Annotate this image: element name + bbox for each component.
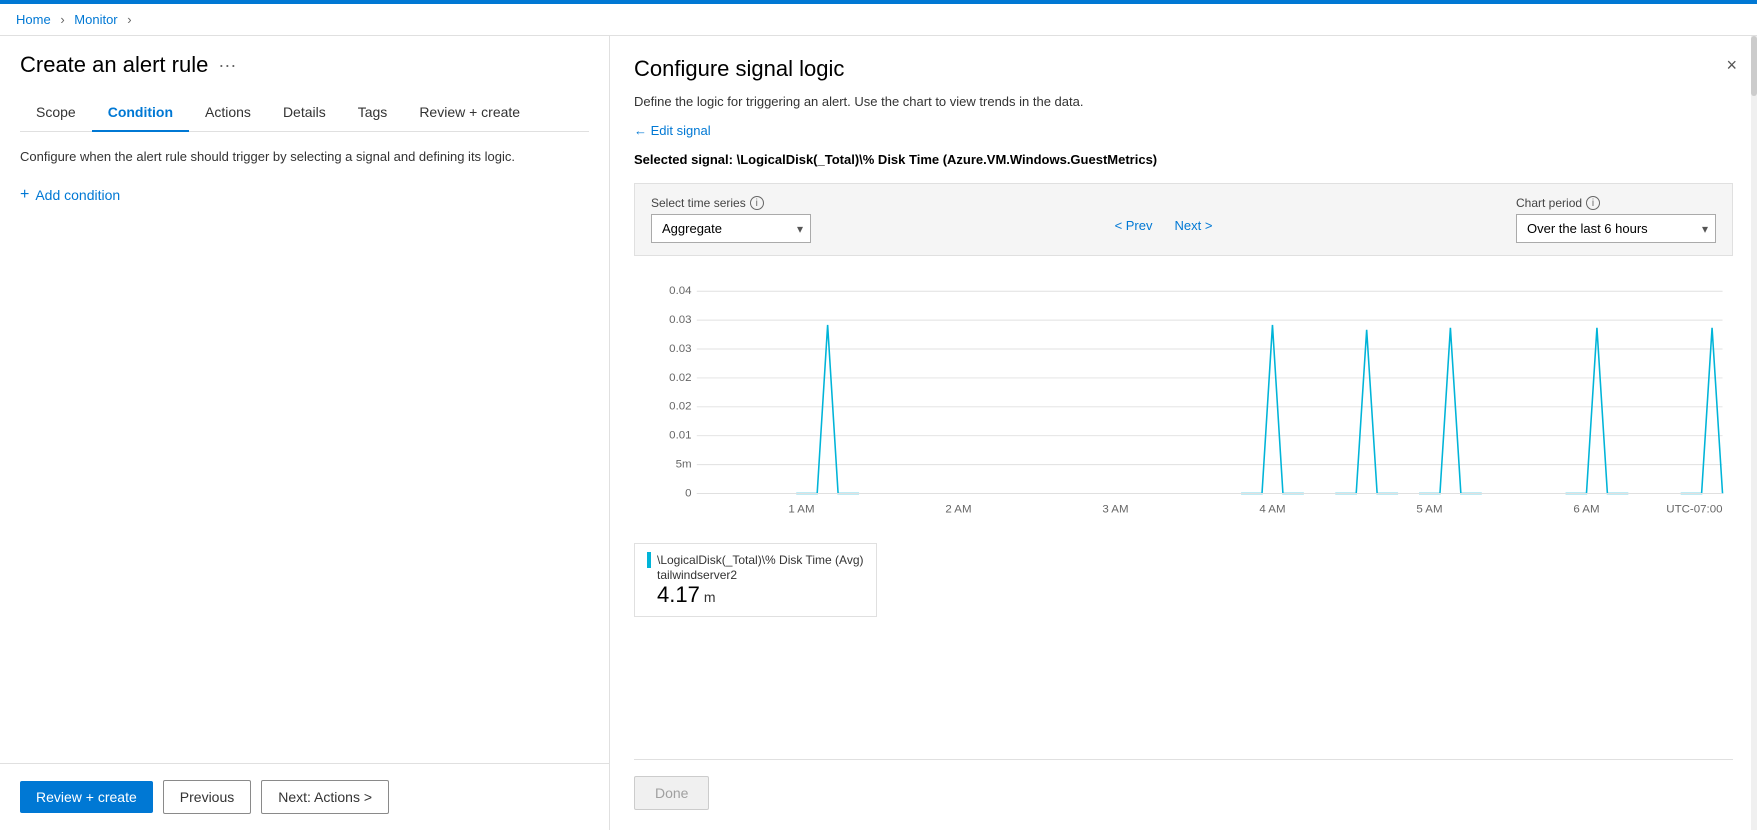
done-button[interactable]: Done — [634, 776, 709, 810]
svg-text:0.03: 0.03 — [669, 343, 691, 354]
right-footer: Done — [634, 759, 1733, 810]
legend-line1: \LogicalDisk(_Total)\% Disk Time (Avg) — [647, 552, 864, 568]
svg-text:0.02: 0.02 — [669, 401, 691, 412]
scrollbar[interactable] — [1751, 36, 1757, 830]
right-panel-title: Configure signal logic — [634, 56, 1733, 82]
chart-period-dropdown-wrapper: Over the last 6 hours Over the last 24 h… — [1516, 214, 1716, 243]
tab-review-create[interactable]: Review + create — [403, 94, 536, 132]
left-panel: Create an alert rule ··· Scope Condition… — [0, 36, 610, 830]
add-condition-button[interactable]: + Add condition — [20, 186, 120, 204]
svg-text:0.03: 0.03 — [669, 314, 691, 325]
svg-text:UTC-07:00: UTC-07:00 — [1666, 504, 1722, 515]
legend-value-container: 4.17 m — [647, 582, 864, 608]
tab-tags[interactable]: Tags — [342, 94, 404, 132]
breadcrumb-sep-1: › — [60, 12, 64, 27]
page-title-options[interactable]: ··· — [218, 55, 236, 76]
right-description: Define the logic for triggering an alert… — [634, 94, 1733, 109]
svg-text:2 AM: 2 AM — [945, 504, 971, 515]
svg-text:3 AM: 3 AM — [1102, 504, 1128, 515]
nav-buttons: < Prev Next > — [827, 212, 1500, 239]
breadcrumb-home[interactable]: Home — [16, 12, 51, 27]
tab-details[interactable]: Details — [267, 94, 342, 132]
next-button[interactable]: Next > — [1167, 212, 1221, 239]
time-series-select[interactable]: Aggregate Instance 1 — [651, 214, 811, 243]
legend-color-bar — [647, 552, 651, 568]
svg-text:5 AM: 5 AM — [1416, 504, 1442, 515]
page-title-text: Create an alert rule — [20, 52, 208, 78]
svg-text:5m: 5m — [676, 459, 692, 470]
time-series-label: Select time series i — [651, 196, 811, 210]
close-button[interactable]: × — [1726, 56, 1737, 74]
tabs: Scope Condition Actions Details Tags Rev… — [20, 94, 589, 132]
edit-signal-link[interactable]: ← Edit signal — [634, 123, 1733, 138]
legend-unit: m — [704, 589, 716, 605]
condition-description: Configure when the alert rule should tri… — [20, 148, 589, 166]
chart-controls: Select time series i Aggregate Instance … — [634, 183, 1733, 256]
breadcrumb: Home › Monitor › — [0, 4, 1757, 36]
chart-svg: 0.04 0.03 0.03 0.02 0.02 0.01 5m 0 1 AM … — [634, 272, 1733, 532]
main-layout: Create an alert rule ··· Scope Condition… — [0, 36, 1757, 830]
left-content: Configure when the alert rule should tri… — [0, 132, 609, 763]
legend-series-name: \LogicalDisk(_Total)\% Disk Time (Avg) — [657, 553, 864, 567]
breadcrumb-monitor[interactable]: Monitor — [74, 12, 117, 27]
right-panel: × Configure signal logic Define the logi… — [610, 36, 1757, 830]
time-series-dropdown-wrapper: Aggregate Instance 1 ▾ — [651, 214, 811, 243]
next-actions-button[interactable]: Next: Actions > — [261, 780, 389, 814]
legend-server-name: tailwindserver2 — [647, 568, 864, 582]
left-footer: Review + create Previous Next: Actions > — [0, 763, 609, 830]
svg-text:0.01: 0.01 — [669, 430, 691, 441]
svg-text:6 AM: 6 AM — [1573, 504, 1599, 515]
legend-value: 4.17 — [657, 582, 700, 608]
svg-text:1 AM: 1 AM — [788, 504, 814, 515]
svg-text:0.04: 0.04 — [669, 286, 691, 297]
chart-period-label: Chart period i — [1516, 196, 1716, 210]
review-create-button[interactable]: Review + create — [20, 781, 153, 813]
svg-text:0: 0 — [685, 488, 691, 499]
add-condition-label: Add condition — [35, 187, 120, 203]
tab-condition[interactable]: Condition — [92, 94, 189, 132]
prev-button[interactable]: < Prev — [1107, 212, 1161, 239]
svg-text:0.02: 0.02 — [669, 372, 691, 383]
tab-actions[interactable]: Actions — [189, 94, 267, 132]
chart-container: 0.04 0.03 0.03 0.02 0.02 0.01 5m 0 1 AM … — [634, 272, 1733, 751]
previous-button[interactable]: Previous — [163, 780, 251, 814]
chart-period-group: Chart period i Over the last 6 hours Ove… — [1516, 196, 1716, 243]
time-series-info-icon[interactable]: i — [750, 196, 764, 210]
time-series-group: Select time series i Aggregate Instance … — [651, 196, 811, 243]
plus-icon: + — [20, 186, 29, 204]
chart-period-select[interactable]: Over the last 6 hours Over the last 24 h… — [1516, 214, 1716, 243]
chart-legend: \LogicalDisk(_Total)\% Disk Time (Avg) t… — [634, 543, 877, 617]
left-header: Create an alert rule ··· Scope Condition… — [0, 36, 609, 132]
page-title-container: Create an alert rule ··· — [20, 52, 589, 78]
svg-text:4 AM: 4 AM — [1259, 504, 1285, 515]
tab-scope[interactable]: Scope — [20, 94, 92, 132]
breadcrumb-sep-2: › — [127, 12, 131, 27]
chart-period-info-icon[interactable]: i — [1586, 196, 1600, 210]
scrollbar-thumb[interactable] — [1751, 36, 1757, 96]
edit-signal-label: ← Edit signal — [634, 123, 711, 138]
selected-signal-text: Selected signal: \LogicalDisk(_Total)\% … — [634, 152, 1733, 167]
